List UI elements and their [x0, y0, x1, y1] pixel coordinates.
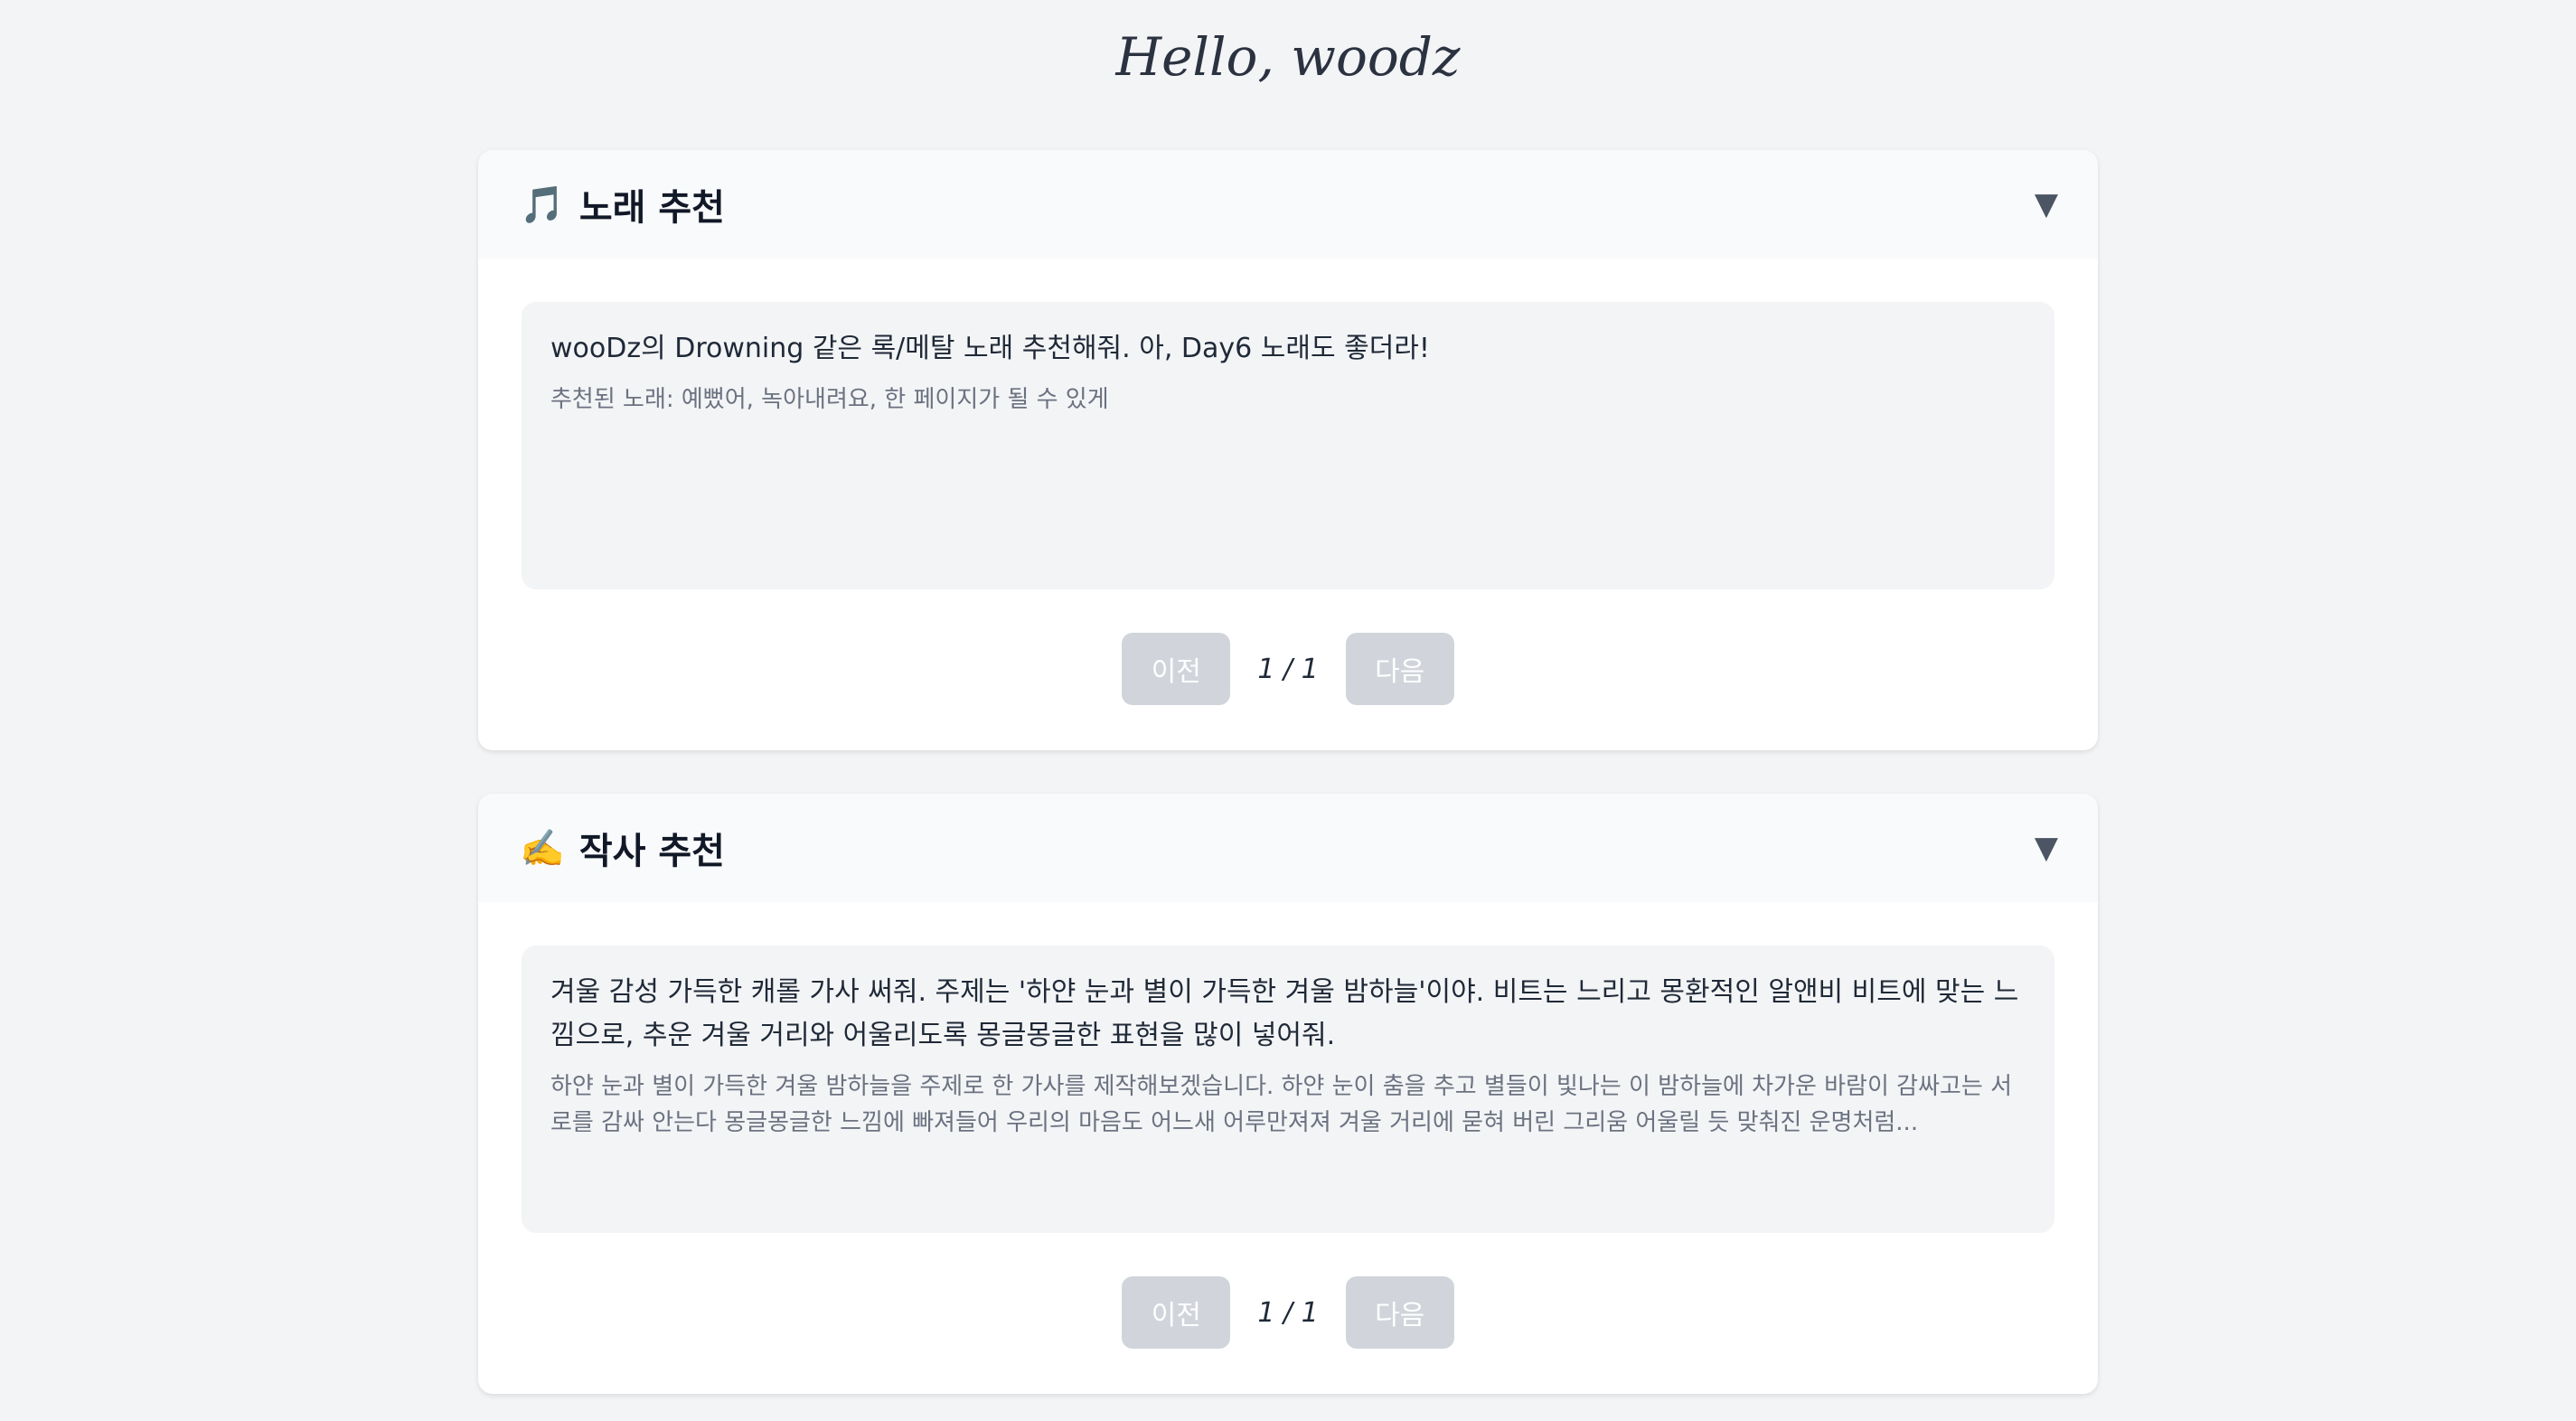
- lyrics-recommendation-card: ✍️ 작사 추천 ▼ 겨울 감성 가득한 캐롤 가사 써줘. 주제는 '하얀 눈…: [478, 794, 2098, 1394]
- song-recommendation-header[interactable]: 🎵 노래 추천 ▼: [478, 150, 2098, 259]
- card-title-label: 작사 추천: [578, 831, 725, 872]
- collapse-toggle-icon[interactable]: ▼: [2035, 186, 2058, 222]
- card-title: 🎵 노래 추천: [520, 178, 725, 231]
- collapse-toggle-icon[interactable]: ▼: [2035, 830, 2058, 866]
- user-prompt: wooDz의 Drowning 같은 록/메탈 노래 추천해줘. 아, Day6…: [550, 333, 1430, 364]
- music-note-icon: 🎵: [520, 184, 565, 226]
- lyrics-recommendation-header[interactable]: ✍️ 작사 추천 ▼: [478, 794, 2098, 902]
- page-indicator: 1 / 1: [1257, 653, 1319, 685]
- history-entry: 겨울 감성 가득한 캐롤 가사 써줘. 주제는 '하얀 눈과 별이 가득한 겨울…: [522, 946, 2054, 1233]
- prev-button[interactable]: 이전: [1122, 1276, 1231, 1349]
- pagination: 이전 1 / 1 다음: [522, 633, 2054, 705]
- song-recommendation-card: 🎵 노래 추천 ▼ wooDz의 Drowning 같은 록/메탈 노래 추천해…: [478, 150, 2098, 750]
- ai-response: 추천된 노래: 예뻤어, 녹아내려요, 한 페이지가 될 수 있게: [550, 386, 1109, 413]
- user-prompt: 겨울 감성 가득한 캐롤 가사 써줘. 주제는 '하얀 눈과 별이 가득한 겨울…: [550, 976, 2019, 1051]
- page-indicator: 1 / 1: [1257, 1296, 1319, 1329]
- ai-response: 하얀 눈과 별이 가득한 겨울 밤하늘을 주제로 한 가사를 제작해보겠습니다.…: [550, 1073, 2013, 1136]
- next-button[interactable]: 다음: [1345, 633, 1454, 705]
- history-entry: wooDz의 Drowning 같은 록/메탈 노래 추천해줘. 아, Day6…: [522, 302, 2054, 589]
- prev-button[interactable]: 이전: [1122, 633, 1231, 705]
- card-body: 겨울 감성 가득한 캐롤 가사 써줘. 주제는 '하얀 눈과 별이 가득한 겨울…: [478, 902, 2098, 1349]
- writing-hand-icon: ✍️: [520, 827, 565, 870]
- next-button[interactable]: 다음: [1345, 1276, 1454, 1349]
- pagination: 이전 1 / 1 다음: [522, 1276, 2054, 1349]
- card-title: ✍️ 작사 추천: [520, 822, 725, 874]
- page-title: Hello, woodz: [1115, 26, 1461, 88]
- card-body: wooDz의 Drowning 같은 록/메탈 노래 추천해줘. 아, Day6…: [478, 259, 2098, 705]
- card-title-label: 노래 추천: [578, 187, 725, 229]
